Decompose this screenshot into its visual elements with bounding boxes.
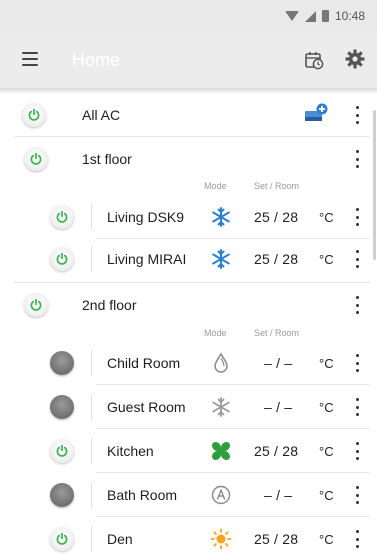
divider <box>14 282 370 283</box>
add-schedule-icon[interactable] <box>303 103 329 125</box>
separator <box>91 204 92 230</box>
set-room-temp: 25 / 28 <box>254 443 299 459</box>
divider <box>96 516 370 517</box>
temp-unit: °C <box>319 488 334 503</box>
set-room-temp: – / – <box>264 487 293 503</box>
app-bar: Home <box>0 32 377 88</box>
overflow-menu-icon[interactable] <box>353 354 361 372</box>
power-toggle[interactable] <box>50 247 74 271</box>
set-room-temp: – / – <box>264 355 293 371</box>
power-toggle[interactable] <box>50 351 74 375</box>
unit-row-living-dsk9[interactable]: Living DSK9 25 / 28 °C <box>0 200 377 234</box>
unit-name: Living DSK9 <box>107 209 185 225</box>
column-header-set-room: Set / Room <box>254 181 300 191</box>
set-room-temp: – / – <box>264 399 293 415</box>
temp-unit: °C <box>319 444 334 459</box>
power-toggle[interactable] <box>50 205 74 229</box>
set-room-temp: 25 / 28 <box>254 251 299 267</box>
app-bar-shadow <box>0 88 377 94</box>
divider <box>14 136 370 137</box>
overflow-menu-icon[interactable] <box>353 296 361 314</box>
overflow-menu-icon[interactable] <box>353 486 361 504</box>
overflow-menu-icon[interactable] <box>353 442 361 460</box>
signal-icon <box>304 10 316 22</box>
unit-row-child-room[interactable]: Child Room – / – °C <box>0 346 377 380</box>
sun-icon[interactable] <box>210 528 232 550</box>
menu-icon[interactable] <box>22 52 38 66</box>
snowflake-icon[interactable] <box>210 396 232 418</box>
power-toggle[interactable] <box>50 483 74 507</box>
temp-unit: °C <box>319 356 334 371</box>
column-header-set-room: Set / Room <box>254 328 300 338</box>
separator <box>91 526 92 552</box>
dry-mode-icon[interactable] <box>210 352 232 374</box>
divider <box>96 384 370 385</box>
all-ac-label: All AC <box>82 107 121 123</box>
set-room-temp: 25 / 28 <box>254 531 299 547</box>
schedule-icon[interactable] <box>304 50 324 70</box>
status-time: 10:48 <box>334 9 365 23</box>
battery-icon <box>321 10 329 22</box>
group-label: 1st floor <box>82 151 132 167</box>
power-toggle[interactable] <box>50 439 74 463</box>
unit-name: Den <box>107 531 133 547</box>
group-row-1st-floor[interactable]: 1st floor <box>0 143 377 175</box>
page-title: Home <box>72 50 121 70</box>
power-toggle[interactable] <box>24 293 48 317</box>
unit-name: Child Room <box>107 355 181 371</box>
overflow-menu-icon[interactable] <box>353 106 361 124</box>
divider <box>96 428 370 429</box>
snowflake-icon[interactable] <box>210 248 232 270</box>
set-room-temp: 25 / 28 <box>254 209 299 225</box>
unit-row-bath-room[interactable]: Bath Room – / – °C <box>0 478 377 512</box>
separator <box>91 438 92 464</box>
unit-name: Kitchen <box>107 443 154 459</box>
gear-icon[interactable] <box>344 48 366 70</box>
auto-mode-icon[interactable] <box>210 484 232 506</box>
all-ac-row[interactable]: All AC <box>0 97 377 133</box>
overflow-menu-icon[interactable] <box>353 208 361 226</box>
unit-row-guest-room[interactable]: Guest Room – / – °C <box>0 390 377 424</box>
unit-name: Guest Room <box>107 399 186 415</box>
separator <box>91 394 92 420</box>
power-toggle[interactable] <box>24 147 48 171</box>
snowflake-icon[interactable] <box>210 206 232 228</box>
temp-unit: °C <box>319 532 334 547</box>
group-row-2nd-floor[interactable]: 2nd floor <box>0 289 377 321</box>
separator <box>91 482 92 508</box>
unit-row-kitchen[interactable]: Kitchen 25 / 28 °C <box>0 434 377 468</box>
unit-row-living-mirai[interactable]: Living MIRAI 25 / 28 °C <box>0 242 377 276</box>
overflow-menu-icon[interactable] <box>353 398 361 416</box>
unit-name: Living MIRAI <box>107 251 187 267</box>
overflow-menu-icon[interactable] <box>353 530 361 548</box>
unit-row-den[interactable]: Den 25 / 28 °C <box>0 522 377 554</box>
divider <box>96 238 370 239</box>
divider <box>96 472 370 473</box>
temp-unit: °C <box>319 210 334 225</box>
separator <box>91 246 92 272</box>
power-toggle[interactable] <box>50 527 74 551</box>
power-toggle[interactable] <box>50 395 74 419</box>
temp-unit: °C <box>319 400 334 415</box>
overflow-menu-icon[interactable] <box>353 250 361 268</box>
unit-name: Bath Room <box>107 487 178 503</box>
column-header-mode: Mode <box>204 328 227 338</box>
separator <box>91 350 92 376</box>
temp-unit: °C <box>319 252 334 267</box>
overflow-menu-icon[interactable] <box>353 150 361 168</box>
column-header-mode: Mode <box>204 181 227 191</box>
group-label: 2nd floor <box>82 297 137 313</box>
status-bar: 10:48 <box>0 0 377 32</box>
power-toggle[interactable] <box>22 103 46 127</box>
fan-icon[interactable] <box>210 440 232 462</box>
wifi-icon <box>284 11 299 21</box>
